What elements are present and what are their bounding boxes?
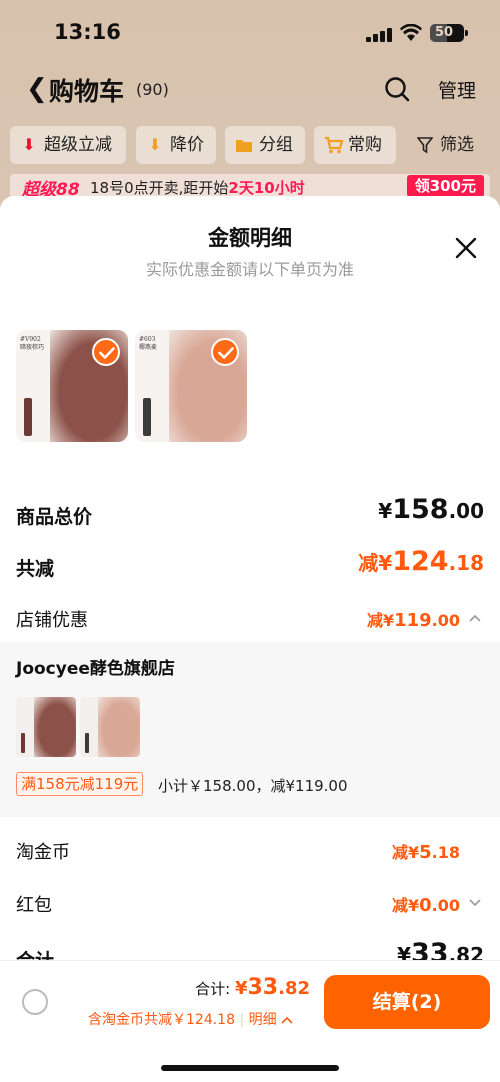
battery-icon: 50 [430,24,468,42]
red-packet-row[interactable]: 红包 减¥0.00 [16,883,484,923]
cart-icon [324,135,344,155]
filter-label: 分组 [259,135,293,155]
close-icon[interactable] [454,236,478,260]
checkout-total: 合计: ¥33.82 [195,975,310,1000]
filter-bar: ⬇ 超级立减 ⬇ 降价 分组 常购 筛选 [10,126,490,164]
promo-banner[interactable]: 超级88 18号0点开卖,距开始2天10小时 领300元 [10,174,490,200]
home-indicator [161,1065,339,1071]
red-packet-label: 红包 [16,895,52,916]
filter-icon [416,135,434,155]
product-shade-label: #V902 暗夜棕巧 [20,336,45,351]
total-discount-row: 共减 减¥124.18 [16,546,484,586]
status-bar: 13:16 50 [0,18,500,50]
cart-count: (90) [136,80,169,99]
wifi-icon [400,24,422,41]
chevron-up-icon[interactable] [468,613,482,623]
filter-label: 筛选 [440,135,474,155]
filter-frequent[interactable]: 常购 [314,126,396,164]
product-mini-thumbnail [80,697,140,757]
chevron-down-icon[interactable] [468,898,482,908]
cellular-signal-icon [366,28,394,42]
goods-total-value: ¥158.00 [378,494,484,525]
status-time: 13:16 [54,20,121,44]
filter-label: 常购 [348,135,382,155]
lipstick-tube-image [24,398,32,436]
shop-discount-label: 店铺优惠 [16,610,88,631]
selected-check-icon[interactable] [211,338,239,366]
price-down-icon: ⬇ [148,135,162,154]
battery-level: 50 [435,25,454,40]
select-all-radio[interactable] [22,989,48,1015]
product-shade-label: #603 椰燕麦 [139,336,158,351]
cart-header: ❮ 购物车 (90) 管理 [0,70,500,110]
promo-countdown: 2天10小时 [228,179,305,197]
lipstick-tube-image [143,398,151,436]
filter-button[interactable]: 筛选 [406,126,490,164]
amount-detail-sheet: 金额明细 实际优惠金额请以下单页为准 #V902 暗夜棕巧 #603 椰燕麦 商品总… [0,196,500,1082]
back-icon[interactable]: ❮ [26,74,48,104]
product-mini-thumbnail [16,697,76,757]
detail-link: 明细 [248,1012,277,1028]
checkout-discount-summary[interactable]: 含淘金币共减￥124.18 | 明细 [88,1009,293,1029]
promo-text: 18号0点开卖,距开始2天10小时 [90,179,305,197]
checkout-bar: 合计: ¥33.82 含淘金币共减￥124.18 | 明细 结算(2) [0,960,500,1082]
shop-subtotal: 小计￥158.00，减¥119.00 [158,777,348,795]
product-thumbnail[interactable]: #V902 暗夜棕巧 [16,330,128,442]
folder-icon [235,135,253,155]
page-title: 购物车 [49,77,125,106]
claim-coupon-button[interactable]: 领300元 [406,175,484,197]
sheet-title: 金额明细 [208,226,292,250]
promo-rule-tag: 满158元减119元 [16,772,144,796]
shop-discount-row[interactable]: 店铺优惠 减¥119.00 [16,598,484,638]
checkout-button[interactable]: 结算(2) [324,975,490,1029]
coins-value: 减¥5.18 [391,842,460,863]
product-thumbnail[interactable]: #603 椰燕麦 [135,330,247,442]
shop-discount-detail: Joocyee酵色旗舰店 满158元减119元 小计￥158.00，减¥119.… [0,642,500,817]
filter-group[interactable]: 分组 [225,126,305,164]
total-discount-label: 共减 [16,558,55,580]
shop-discount-value: 减¥119.00 [366,610,460,631]
manage-button[interactable]: 管理 [438,76,476,103]
filter-super-discount[interactable]: ⬇ 超级立减 [10,126,126,164]
filter-price-drop[interactable]: ⬇ 降价 [136,126,216,164]
shop-name: Joocyee酵色旗舰店 [16,659,175,679]
red-packet-value: 减¥0.00 [391,895,460,916]
selected-check-icon[interactable] [92,338,120,366]
red-arrow-down-icon: ⬇ [22,135,36,154]
coins-label: 淘金币 [16,842,70,863]
search-icon[interactable] [384,76,410,102]
goods-total-row: 商品总价 ¥158.00 [16,494,484,534]
total-discount-value: 减¥124.18 [358,546,484,577]
filter-label: 降价 [170,135,204,155]
sheet-subtitle: 实际优惠金额请以下单页为准 [145,260,354,279]
chevron-up-icon [281,1016,293,1024]
filter-label: 超级立减 [44,135,112,155]
goods-total-label: 商品总价 [16,506,93,528]
coins-row: 淘金币 减¥5.18 [16,830,484,870]
